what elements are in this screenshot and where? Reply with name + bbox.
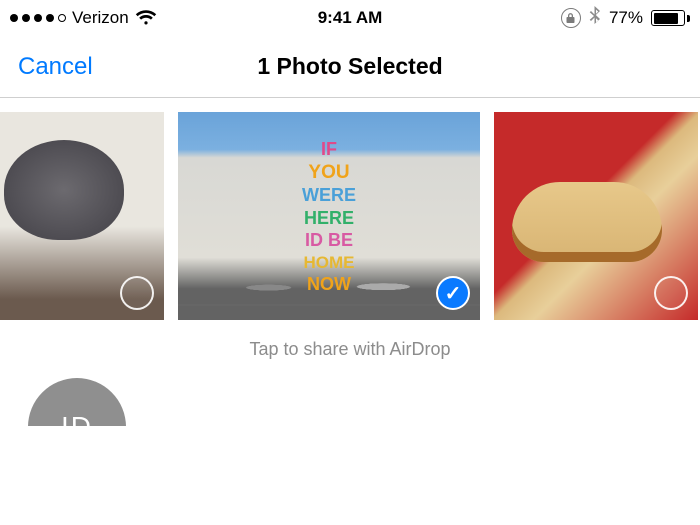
bluetooth-icon	[589, 6, 601, 31]
cancel-button[interactable]: Cancel	[18, 53, 93, 81]
photo-thumbnail[interactable]: IF YOU WERE HERE ID BE HOME NOW ✓	[178, 112, 480, 320]
status-left: Verizon	[10, 8, 157, 28]
orientation-lock-icon	[561, 8, 581, 28]
nav-bar: Cancel 1 Photo Selected	[0, 36, 700, 98]
battery-icon	[651, 10, 690, 26]
photo-carousel[interactable]: IF YOU WERE HERE ID BE HOME NOW ✓	[0, 98, 700, 333]
airdrop-hint: Tap to share with AirDrop	[0, 339, 700, 360]
photo-thumbnail[interactable]	[494, 112, 698, 320]
selection-indicator[interactable]	[654, 276, 688, 310]
carrier-label: Verizon	[72, 8, 129, 28]
contact-initials: ID	[61, 411, 93, 426]
signal-dots	[10, 14, 66, 22]
selection-indicator[interactable]	[120, 276, 154, 310]
photo-thumbnail[interactable]	[0, 112, 164, 320]
status-right: 77%	[561, 6, 690, 31]
selection-indicator[interactable]: ✓	[436, 276, 470, 310]
wifi-icon	[135, 10, 157, 26]
page-title: 1 Photo Selected	[257, 53, 442, 80]
airdrop-contact[interactable]: ID	[28, 378, 126, 426]
status-time: 9:41 AM	[318, 8, 383, 28]
airdrop-contacts-row: ID	[0, 378, 700, 426]
battery-percent-label: 77%	[609, 8, 643, 28]
checkmark-icon: ✓	[445, 281, 462, 306]
status-bar: Verizon 9:41 AM 77%	[0, 0, 700, 36]
